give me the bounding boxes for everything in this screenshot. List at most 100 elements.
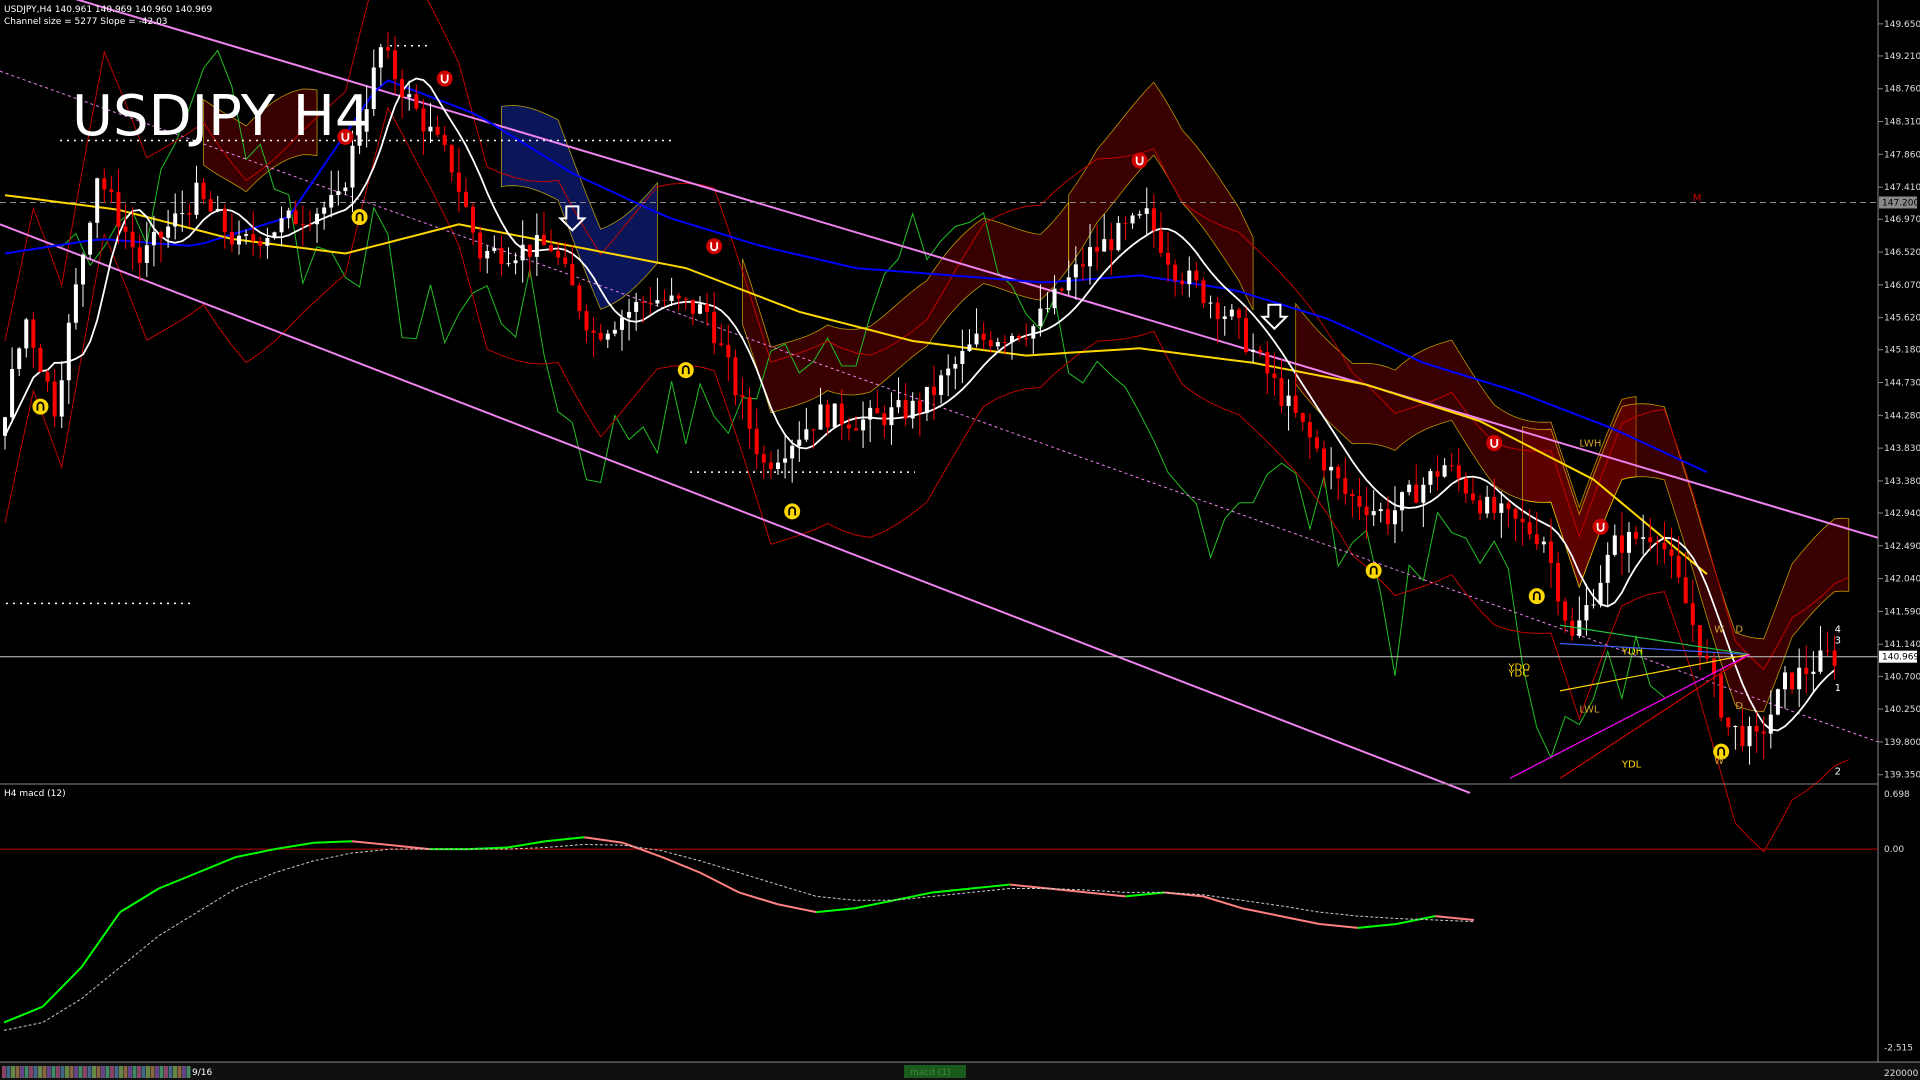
price-tick-label: 143.830	[1884, 444, 1920, 454]
timeline-swatch	[11, 1066, 15, 1078]
candle-body	[1187, 270, 1192, 285]
candle-body	[697, 304, 702, 314]
candle-body	[1563, 601, 1568, 621]
candle-body	[1449, 465, 1454, 467]
candle-body	[1236, 309, 1241, 318]
candle-body	[1690, 603, 1695, 626]
candle-body	[1109, 239, 1114, 251]
candle-body	[1641, 537, 1646, 539]
candle-body	[513, 260, 518, 264]
candle-body	[627, 311, 632, 318]
candle-body	[95, 178, 100, 223]
candle-body	[1392, 510, 1397, 525]
candle-body	[1407, 484, 1412, 493]
candle-body	[307, 224, 312, 226]
candle-body	[159, 231, 164, 238]
candle-body	[1478, 500, 1483, 514]
candle-body	[315, 213, 320, 225]
candle-body	[712, 311, 717, 344]
candle-body	[471, 206, 476, 233]
candle-body	[485, 250, 490, 259]
price-tick-label: 143.380	[1884, 477, 1920, 487]
candle-body	[1648, 537, 1653, 543]
candle-body	[1414, 484, 1419, 503]
candle-body	[1470, 493, 1475, 501]
level-label-4: 4	[1835, 625, 1841, 636]
timeline-swatch	[60, 1066, 65, 1078]
reference-price-label: 147.200	[1882, 198, 1919, 208]
candle-body	[1435, 471, 1440, 477]
candle-body	[1662, 542, 1667, 550]
candle-body	[1336, 466, 1341, 479]
candle-body	[967, 344, 972, 351]
candle-body	[974, 333, 979, 345]
price-tick-label: 145.180	[1884, 346, 1920, 356]
footer-bar[interactable]: 9/16 macd (1) 220000	[0, 1061, 1920, 1080]
candle-body	[1421, 484, 1426, 503]
price-tick-label: 142.490	[1884, 542, 1920, 552]
candle-body	[1173, 264, 1178, 281]
candle-body	[293, 210, 298, 225]
candle-body	[449, 145, 454, 173]
indicator-tab-label[interactable]: macd (1)	[910, 1068, 951, 1078]
candle-body	[619, 317, 624, 330]
candle-body	[1151, 208, 1156, 231]
candle-body	[818, 404, 823, 430]
candle-body	[1144, 208, 1149, 214]
level-label-w: W	[1714, 625, 1724, 636]
candle-body	[1307, 421, 1312, 438]
candle-body	[1541, 541, 1546, 545]
candle-body	[137, 247, 142, 263]
timeline-swatch	[33, 1066, 38, 1078]
candle-body	[73, 284, 78, 323]
candle-body	[1385, 509, 1390, 525]
candle-body	[286, 210, 291, 219]
candle	[1719, 668, 1724, 722]
candle-body	[492, 247, 497, 251]
candle-body	[1556, 562, 1561, 602]
candle-body	[577, 285, 582, 312]
candle-body	[861, 419, 866, 431]
candle-body	[1775, 689, 1780, 715]
candle-body	[237, 235, 242, 245]
candle-body	[754, 428, 759, 455]
candle-body	[1811, 671, 1816, 674]
candle-body	[868, 407, 873, 420]
chart-watermark: USDJPY H4	[72, 84, 370, 149]
sell-signal-icon	[1592, 518, 1609, 535]
candle-body	[939, 375, 944, 395]
candle-body	[371, 67, 376, 110]
candle-body	[1506, 503, 1511, 509]
candle-body	[1364, 506, 1369, 516]
candle-body	[896, 400, 901, 408]
price-tick-label: 139.350	[1884, 771, 1920, 781]
candle-body	[1534, 534, 1539, 545]
chart-background	[0, 0, 1920, 1080]
candle-body	[1137, 213, 1142, 216]
timeline-swatch	[173, 1066, 177, 1078]
candle-body	[1350, 493, 1355, 497]
candle-body	[407, 94, 412, 98]
candle-body	[1251, 349, 1256, 352]
candle-body	[102, 178, 107, 190]
candle-body	[66, 322, 71, 381]
candle-body	[981, 333, 986, 340]
timeline-swatch	[150, 1066, 155, 1078]
buy-signal-icon	[784, 503, 801, 520]
volume-label: 220000	[1884, 1069, 1919, 1079]
candle-body	[1527, 522, 1532, 535]
candle-body	[846, 424, 851, 429]
candle-body	[541, 235, 546, 246]
candle-body	[421, 108, 426, 132]
sell-signal-dot	[706, 238, 723, 255]
timeline-swatch	[24, 1066, 29, 1078]
candle-body	[790, 445, 795, 459]
candle-body	[1598, 582, 1603, 605]
candle-body	[1740, 725, 1745, 747]
candle-body	[549, 245, 554, 252]
buy-signal-icon	[351, 209, 368, 226]
candle-body	[960, 350, 965, 365]
price-tick-label: 142.940	[1884, 509, 1920, 519]
candle-body	[88, 222, 93, 255]
price-tick-label: 148.310	[1884, 118, 1920, 128]
